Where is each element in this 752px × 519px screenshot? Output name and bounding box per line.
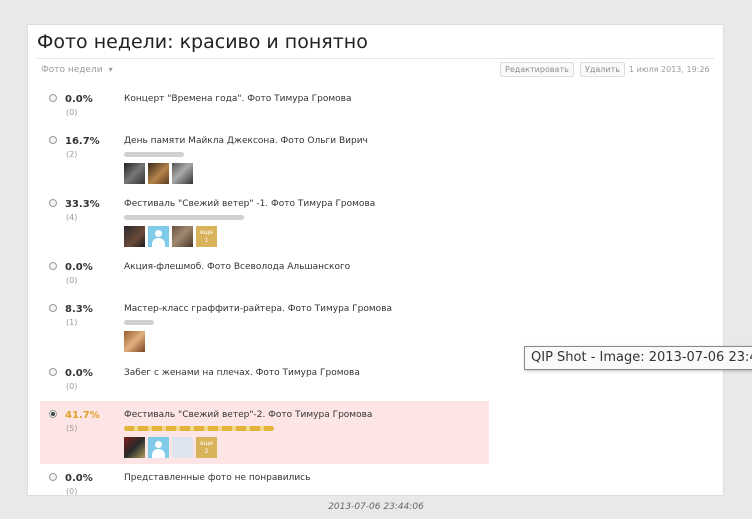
poll-percent: 0.0% [65, 94, 93, 105]
poll-radio[interactable] [49, 262, 57, 270]
poll-option[interactable]: 8.3% (1) Мастер-класс граффити-райтера. … [40, 303, 489, 355]
screenshot-timestamp: 2013-07-06 23:44:06 [328, 502, 424, 512]
poll-count: (0) [66, 276, 78, 285]
voter-avatar[interactable] [172, 163, 193, 184]
poll-option-label: Мастер-класс граффити-райтера. Фото Тиму… [124, 304, 393, 314]
poll-result-bar [124, 215, 244, 220]
voter-avatars: еще 1 [124, 226, 217, 247]
poll-percent: 0.0% [65, 473, 93, 484]
poll-percent: 0.0% [65, 262, 93, 273]
default-user-icon[interactable] [148, 437, 169, 458]
poll-count: (1) [66, 318, 78, 327]
poll-radio[interactable] [49, 199, 57, 207]
poll-option[interactable]: 0.0% (0) Концерт "Времена года". Фото Ти… [40, 93, 489, 123]
poll-radio[interactable] [49, 304, 57, 312]
voter-avatars [124, 163, 193, 184]
post-panel: Фото недели: красиво и понятно Фото неде… [27, 24, 724, 496]
poll-count: (2) [66, 150, 78, 159]
poll-radio[interactable] [49, 94, 57, 102]
edit-button[interactable]: Редактировать [500, 62, 574, 77]
voter-avatars: еще 2 [124, 437, 217, 458]
divider [37, 58, 714, 59]
default-user-icon[interactable] [148, 226, 169, 247]
poll-count: (4) [66, 213, 78, 222]
poll-option-label: Акция-флешмоб. Фото Всеволода Альшанског… [124, 262, 351, 272]
poll-result-bar [124, 426, 274, 431]
post-date: 1 июля 2013, 19:26 [629, 65, 710, 74]
voter-avatar[interactable] [124, 226, 145, 247]
poll-result-bar [124, 152, 184, 157]
poll-option[interactable]: 0.0% (0) Забег с женами на плечах. Фото … [40, 367, 489, 397]
voter-avatar[interactable] [124, 437, 145, 458]
poll-option-label: Фестиваль "Свежий ветер" -1. Фото Тимура… [124, 199, 376, 209]
poll-result-bar [124, 320, 154, 325]
poll-option[interactable]: 16.7% (2) День памяти Майкла Джексона. Ф… [40, 135, 489, 187]
poll-option[interactable]: 0.0% (0) Представленные фото не понравил… [40, 472, 489, 496]
voter-avatars [124, 331, 145, 352]
voter-avatar[interactable] [124, 331, 145, 352]
page-title: Фото недели: красиво и понятно [37, 31, 368, 53]
topic-label: Фото недели [41, 65, 103, 75]
poll-radio[interactable] [49, 368, 57, 376]
more-voters-button[interactable]: еще 1 [196, 226, 217, 247]
poll-percent: 41.7% [65, 410, 100, 421]
voter-avatar[interactable] [124, 163, 145, 184]
poll-option-label: Забег с женами на плечах. Фото Тимура Гр… [124, 368, 360, 378]
more-label: еще [199, 229, 214, 236]
poll-option-label: Фестиваль "Свежий ветер"-2. Фото Тимура … [124, 410, 373, 420]
voter-avatar[interactable] [148, 163, 169, 184]
poll-percent: 33.3% [65, 199, 100, 210]
poll-option-label: День памяти Майкла Джексона. Фото Ольги … [124, 136, 368, 146]
poll-option[interactable]: 33.3% (4) Фестиваль "Свежий ветер" -1. Ф… [40, 198, 489, 250]
delete-button[interactable]: Удалить [580, 62, 625, 77]
poll-option-selected[interactable]: 41.7% (5) Фестиваль "Свежий ветер"-2. Фо… [40, 401, 489, 464]
poll-radio-checked[interactable] [49, 410, 57, 418]
poll-radio[interactable] [49, 473, 57, 481]
poll-count: (0) [66, 108, 78, 117]
more-label: еще [199, 440, 214, 447]
voter-avatar[interactable] [172, 226, 193, 247]
more-voters-button[interactable]: еще 2 [196, 437, 217, 458]
topic-dropdown[interactable]: Фото недели ▾ [41, 65, 113, 75]
poll-count: (0) [66, 487, 78, 496]
voter-avatar-placeholder[interactable] [172, 437, 193, 458]
poll-option[interactable]: 0.0% (0) Акция-флешмоб. Фото Всеволода А… [40, 261, 489, 291]
poll-percent: 16.7% [65, 136, 100, 147]
poll-percent: 0.0% [65, 368, 93, 379]
poll-percent: 8.3% [65, 304, 93, 315]
more-count: 1 [204, 237, 209, 244]
more-count: 2 [204, 448, 209, 455]
qip-shot-tooltip: QIP Shot - Image: 2013-07-06 23:44:06 [524, 346, 752, 370]
poll-count: (0) [66, 382, 78, 391]
poll-option-label: Представленные фото не понравились [124, 473, 311, 483]
poll-count: (5) [66, 424, 78, 433]
chevron-down-icon: ▾ [108, 65, 113, 74]
poll-radio[interactable] [49, 136, 57, 144]
poll-option-label: Концерт "Времена года". Фото Тимура Гром… [124, 94, 352, 104]
